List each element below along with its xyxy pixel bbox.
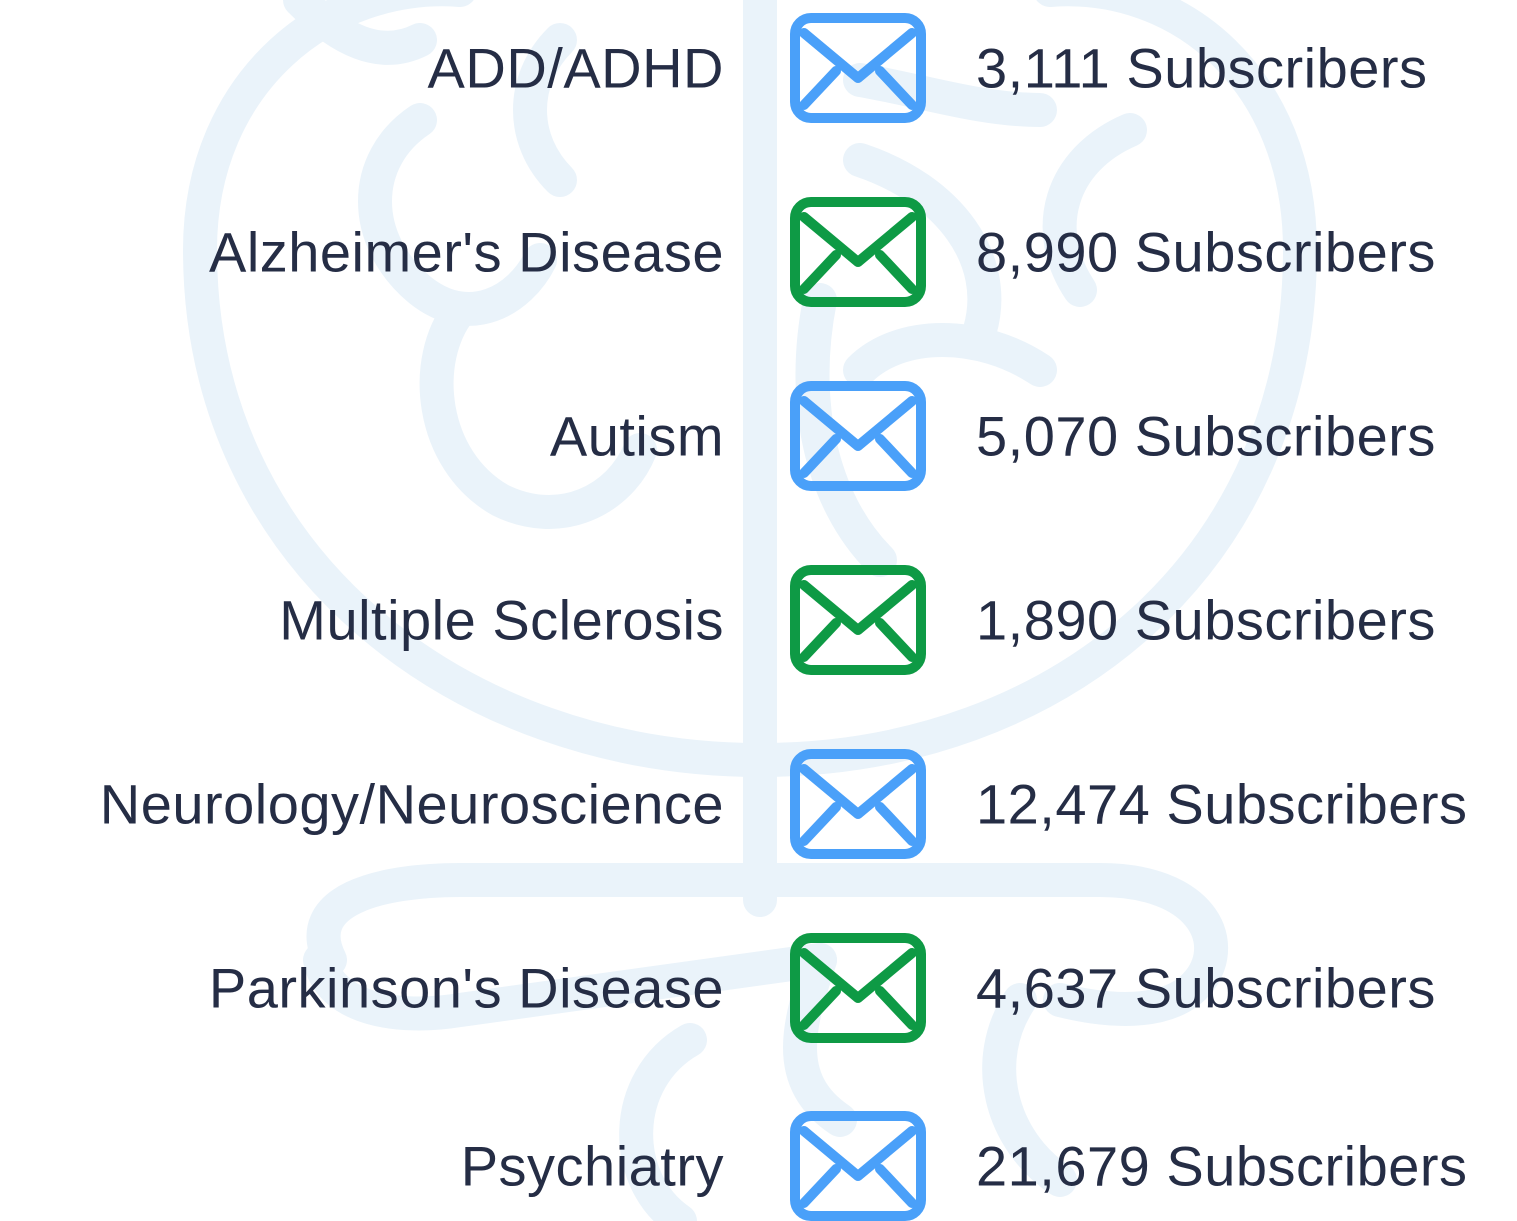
topic-label: Alzheimer's Disease [208, 220, 724, 284]
count-unit: Subscribers [1134, 956, 1436, 1020]
count-value: 1,890 [976, 588, 1119, 652]
envelope-icon [790, 1111, 926, 1221]
list-item: Parkinson's Disease 4,637 Subscribers [0, 933, 1517, 1043]
envelope-icon [790, 933, 926, 1043]
envelope-icon [790, 197, 926, 307]
count-unit: Subscribers [1134, 588, 1436, 652]
subscriber-count: 4,637 Subscribers [976, 956, 1436, 1021]
count-value: 3,111 [976, 36, 1111, 100]
count-value: 21,679 [976, 1134, 1151, 1198]
list-item: Alzheimer's Disease 8,990 Subscribers [0, 197, 1517, 307]
subscriber-count: 5,070 Subscribers [976, 404, 1436, 469]
envelope-icon [790, 749, 926, 859]
topic-label: Parkinson's Disease [208, 956, 724, 1020]
subscriber-count: 1,890 Subscribers [976, 588, 1436, 653]
topic-label: Multiple Sclerosis [279, 588, 724, 652]
count-unit: Subscribers [1134, 220, 1436, 284]
envelope-icon [790, 13, 926, 123]
count-unit: Subscribers [1166, 772, 1468, 836]
count-unit: Subscribers [1134, 404, 1436, 468]
envelope-icon [790, 381, 926, 491]
count-value: 5,070 [976, 404, 1119, 468]
subscriber-count: 21,679 Subscribers [976, 1134, 1468, 1199]
subscriber-count: 12,474 Subscribers [976, 772, 1468, 837]
subscriber-count: 8,990 Subscribers [976, 220, 1436, 285]
count-unit: Subscribers [1126, 36, 1428, 100]
topic-label: Psychiatry [460, 1134, 724, 1198]
topic-label: ADD/ADHD [427, 36, 724, 100]
envelope-icon [790, 565, 926, 675]
subscriber-count: 3,111 Subscribers [976, 36, 1428, 101]
count-value: 8,990 [976, 220, 1119, 284]
count-unit: Subscribers [1166, 1134, 1468, 1198]
list-item: Psychiatry 21,679 Subscribers [0, 1111, 1517, 1221]
topic-label: Autism [549, 404, 724, 468]
list-item: Autism 5,070 Subscribers [0, 381, 1517, 491]
list-item: Multiple Sclerosis 1,890 Subscribers [0, 565, 1517, 675]
list-item: ADD/ADHD 3,111 Subscribers [0, 13, 1517, 123]
count-value: 12,474 [976, 772, 1151, 836]
list-item: Neurology/Neuroscience 12,474 Subscriber… [0, 749, 1517, 859]
subscriber-list: ADD/ADHD 3,111 Subscribers Alzheimer's D… [0, 0, 1517, 1221]
count-value: 4,637 [976, 956, 1119, 1020]
topic-label: Neurology/Neuroscience [99, 772, 724, 836]
